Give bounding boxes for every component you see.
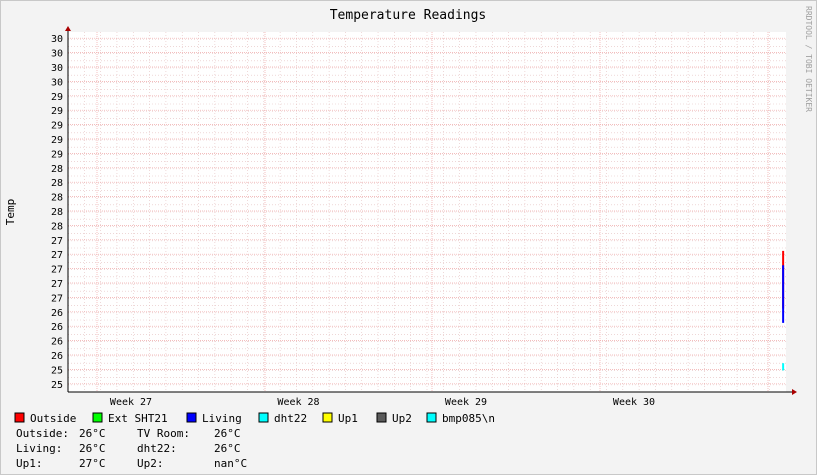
legend-swatch (14, 412, 25, 423)
legend-swatch (322, 412, 333, 423)
legend-label: Living (202, 412, 242, 425)
summary-text: 26°C (214, 427, 241, 440)
y-tick-label: 26 (51, 351, 63, 362)
y-tick-label: 25 (51, 365, 63, 376)
y-tick-label: 27 (51, 236, 63, 247)
y-tick-label: 26 (51, 337, 63, 348)
x-tick-label: Week 28 (277, 397, 319, 408)
y-tick-label: 28 (51, 221, 63, 232)
y-tick-label: 30 (51, 49, 63, 60)
chart: 25 25 26 26 26 26 27 27 27 27 27 28 28 28 28 28 29 29 29 29… (0, 0, 817, 475)
y-tick-label: 27 (51, 293, 63, 304)
legend-label: bmp085\n (442, 412, 495, 425)
y-tick-label: 29 (51, 135, 63, 146)
summary-text: nan°C (214, 457, 247, 470)
legend-label: Outside (30, 412, 76, 425)
legend-swatch (376, 412, 387, 423)
legend-label: Up2 (392, 412, 412, 425)
y-tick-label: 27 (51, 250, 63, 261)
summary-text: 27°C (79, 457, 106, 470)
y-tick-label: 29 (51, 121, 63, 132)
chart-svg: 25 25 26 26 26 26 27 27 27 27 27 28 28 28 28 28 29 29 29 29… (0, 0, 817, 475)
summary-text: dht22: (137, 442, 177, 455)
y-tick-label: 29 (51, 92, 63, 103)
y-tick-label: 30 (51, 63, 63, 74)
y-tick-label: 27 (51, 279, 63, 290)
y-tick-label: 26 (51, 322, 63, 333)
legend-swatch (426, 412, 437, 423)
summary-text: Outside: (16, 427, 69, 440)
summary-text: 26°C (214, 442, 241, 455)
y-tick-label: 27 (51, 265, 63, 276)
chart-title: Temperature Readings (330, 8, 487, 23)
y-axis-title: Temp (4, 199, 17, 226)
summary-text: Up2: (137, 457, 164, 470)
summary-text: TV Room: (137, 427, 190, 440)
x-tick-label: Week 30 (613, 397, 655, 408)
summary-text: 26°C (79, 427, 106, 440)
y-tick-label: 30 (51, 34, 63, 45)
legend-swatch (186, 412, 197, 423)
summary-text: 26°C (79, 442, 106, 455)
legend-swatch (258, 412, 269, 423)
y-tick-label: 30 (51, 77, 63, 88)
legend-label: Ext SHT21 (108, 412, 168, 425)
x-tick-label: Week 27 (110, 397, 152, 408)
y-tick-label: 29 (51, 149, 63, 160)
x-tick-label: Week 29 (445, 397, 487, 408)
summary-text: Up1: (16, 457, 43, 470)
y-tick-label: 28 (51, 207, 63, 218)
y-tick-label: 25 (51, 380, 63, 391)
legend-label: dht22 (274, 412, 307, 425)
y-tick-label: 29 (51, 106, 63, 117)
y-tick-label: 28 (51, 193, 63, 204)
y-tick-label: 28 (51, 164, 63, 175)
legend-label: Up1 (338, 412, 358, 425)
summary-text: Living: (16, 442, 62, 455)
y-tick-label: 26 (51, 308, 63, 319)
y-tick-label: 28 (51, 178, 63, 189)
watermark: RRDTOOL / TOBI OETIKER (804, 6, 813, 112)
legend-swatch (92, 412, 103, 423)
